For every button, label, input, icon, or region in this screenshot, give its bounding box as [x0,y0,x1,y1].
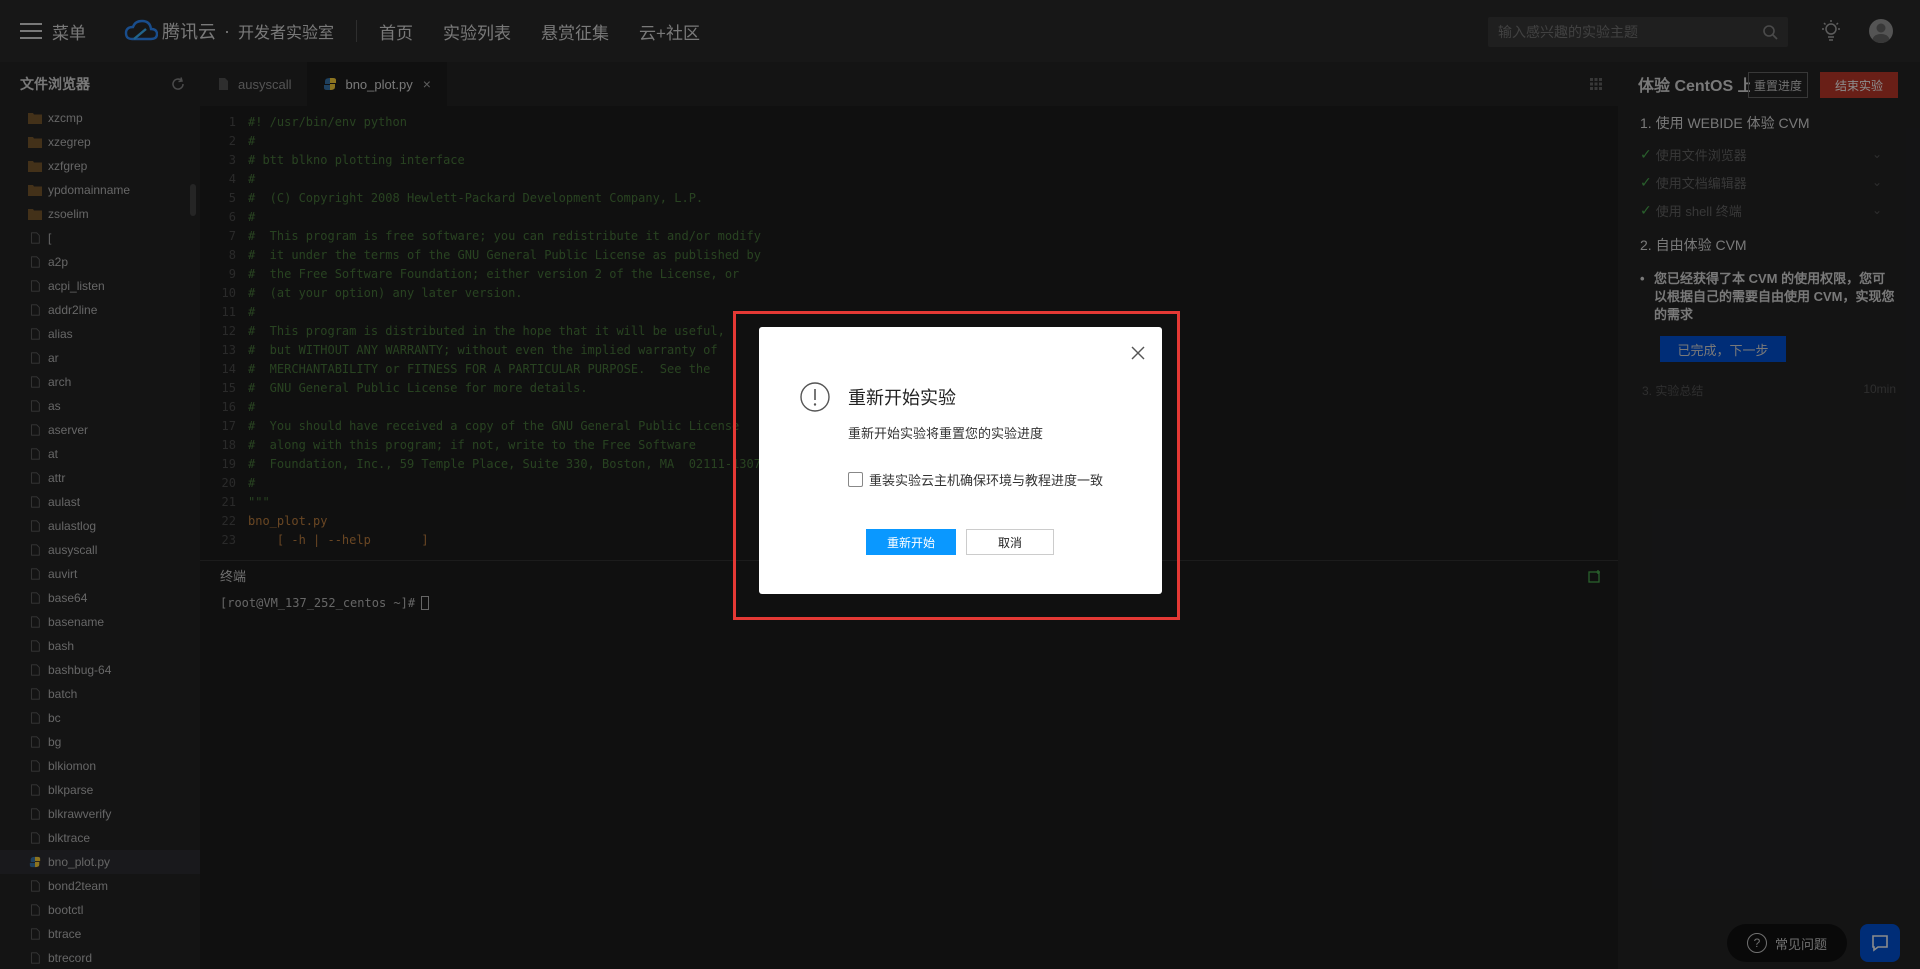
restart-dialog: 重新开始实验 重新开始实验将重置您的实验进度 重装实验云主机确保环境与教程进度一… [759,327,1162,594]
app-root: 菜单 腾讯云 · 开发者实验室 首页 实验列表 悬赏征集 云+社区 输入感兴趣的… [0,0,1920,969]
dialog-title: 重新开始实验 [848,388,956,408]
close-icon[interactable] [1130,345,1146,361]
reinstall-checkbox-row[interactable]: 重装实验云主机确保环境与教程进度一致 [848,470,1103,489]
warning-icon [800,382,830,412]
restart-button[interactable]: 重新开始 [866,529,956,555]
reinstall-checkbox-label: 重装实验云主机确保环境与教程进度一致 [869,473,1104,488]
dialog-description: 重新开始实验将重置您的实验进度 [848,426,1044,441]
reinstall-checkbox[interactable] [848,472,863,487]
cancel-button[interactable]: 取消 [966,529,1054,555]
